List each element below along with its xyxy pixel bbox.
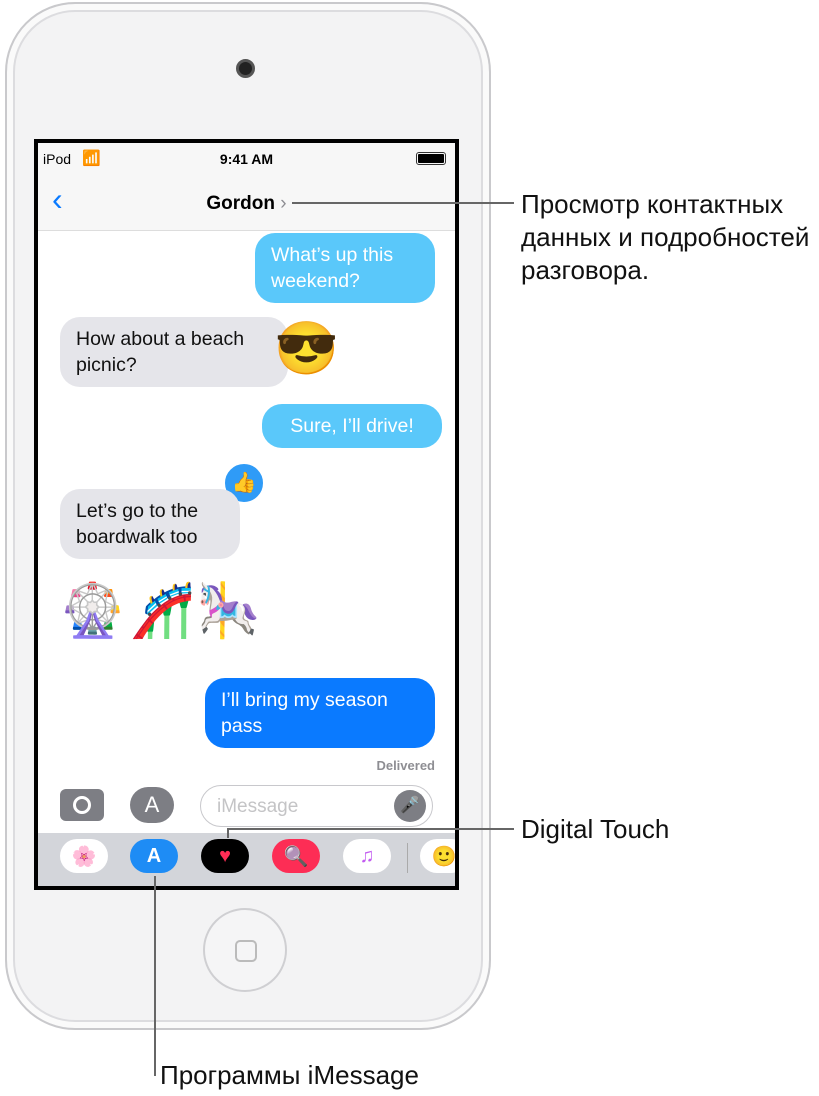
carousel-emoji: 🎠	[196, 582, 261, 640]
battery-icon	[416, 152, 446, 165]
photos-app-icon[interactable]: 🌸	[60, 839, 108, 873]
images-search-app-icon[interactable]: 🔍	[272, 839, 320, 873]
roller-coaster-emoji: 🎢	[130, 582, 195, 640]
input-placeholder: iMessage	[217, 796, 299, 817]
message-bubble[interactable]: Sure, I’ll drive!	[262, 404, 442, 448]
music-app-icon[interactable]: ♫	[343, 839, 391, 873]
callout-line	[292, 202, 514, 204]
divider	[407, 843, 408, 873]
callout-contact-details: Просмотр контактных данных и подробносте…	[521, 189, 810, 285]
camera-icon[interactable]	[60, 789, 104, 821]
animoji-app-icon[interactable]: 🙂	[420, 839, 455, 873]
home-button[interactable]	[203, 908, 287, 992]
ferris-wheel-emoji: 🎡	[60, 582, 125, 640]
sunglasses-emoji: 😎	[274, 320, 339, 378]
delivered-status: Delivered	[376, 758, 435, 773]
message-bubble[interactable]: How about a beach picnic?	[60, 317, 288, 387]
message-bubble[interactable]: What’s up this weekend?	[255, 233, 435, 303]
front-camera	[236, 59, 255, 78]
app-drawer: 🌸 A ♥ 🔍 ♫ 🙂	[38, 833, 455, 886]
clock: 9:41 AM	[219, 151, 274, 167]
app-store-app-icon[interactable]: A	[130, 839, 178, 873]
callout-line	[154, 876, 156, 1076]
message-bubble[interactable]: I’ll bring my season pass	[205, 678, 435, 748]
screen: iPod 📶 9:41 AM ‹ Gordon › What’s up this…	[34, 139, 459, 890]
callout-digital-touch: Digital Touch	[521, 814, 670, 844]
message-input[interactable]: iMessage 🎤	[200, 785, 433, 827]
digital-touch-app-icon[interactable]: ♥	[201, 839, 249, 873]
app-store-toggle-icon[interactable]: A	[130, 787, 174, 823]
contact-name: Gordon	[206, 193, 275, 214]
message-bubble[interactable]: Let’s go to the boardwalk too	[60, 489, 240, 559]
callout-line	[227, 828, 514, 830]
callout-imessage-apps: Программы iMessage	[160, 1060, 419, 1090]
contact-name-button[interactable]: Gordon ›	[38, 193, 455, 215]
chevron-right-icon: ›	[275, 193, 287, 214]
microphone-icon[interactable]: 🎤	[394, 790, 426, 822]
